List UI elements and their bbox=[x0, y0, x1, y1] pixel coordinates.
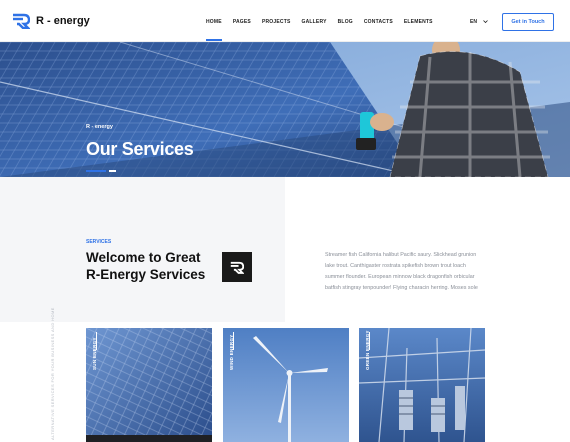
section-heading: Welcome to Great R-Energy Services bbox=[86, 250, 206, 282]
main-nav: HOME PAGES PROJECTS GALLERY BLOG CONTACT… bbox=[206, 19, 444, 41]
card-label: WIND ENERGY bbox=[229, 334, 234, 370]
nav-home[interactable]: HOME bbox=[206, 19, 222, 41]
accent-bar-white bbox=[109, 170, 116, 172]
nav-elements[interactable]: ELEMENTS bbox=[404, 19, 433, 41]
nav-projects[interactable]: PROJECTS bbox=[262, 19, 291, 41]
section-tag: SERVICES bbox=[86, 239, 112, 245]
get-in-touch-button[interactable]: Get in Touch bbox=[502, 13, 554, 31]
logo-r-icon bbox=[13, 13, 30, 29]
nav-blog[interactable]: BLOG bbox=[338, 19, 353, 41]
hero-eyebrow: R - energy bbox=[86, 124, 113, 130]
solar-panel-image bbox=[86, 328, 212, 442]
site-header: R - energy HOME PAGES PROJECTS GALLERY B… bbox=[0, 0, 570, 42]
card-label: GREEN ENERGY bbox=[365, 330, 370, 370]
service-card-sun[interactable]: SUN ENERGY bbox=[86, 328, 212, 442]
page-title: Our Services bbox=[86, 139, 194, 159]
r-logo-badge bbox=[222, 252, 252, 282]
accent-bar-blue bbox=[86, 170, 106, 172]
wind-turbine-image bbox=[223, 328, 349, 442]
nav-pages[interactable]: PAGES bbox=[233, 19, 251, 41]
language-label: EN bbox=[470, 19, 477, 25]
hero-accent-bars bbox=[86, 170, 116, 172]
card-label: SUN ENERGY bbox=[92, 337, 97, 370]
service-card-wind[interactable]: WIND ENERGY bbox=[223, 328, 349, 442]
vertical-side-text: ALTERNATIVE SERVICES FOR YOUR BUSINESS A… bbox=[50, 307, 55, 440]
nav-contacts[interactable]: CONTACTS bbox=[364, 19, 393, 41]
language-selector[interactable]: EN bbox=[470, 19, 488, 25]
logo-text: R - energy bbox=[36, 15, 90, 27]
service-card-green[interactable]: GREEN ENERGY bbox=[359, 328, 485, 442]
chevron-down-icon bbox=[483, 20, 488, 24]
logo[interactable]: R - energy bbox=[12, 13, 90, 29]
hero-banner: R - energy Our Services bbox=[0, 42, 570, 177]
section-description: Streamer fish California halibut Pacific… bbox=[325, 252, 478, 291]
logo-r-icon bbox=[230, 261, 244, 274]
power-station-image bbox=[359, 328, 485, 442]
nav-gallery[interactable]: GALLERY bbox=[302, 19, 327, 41]
